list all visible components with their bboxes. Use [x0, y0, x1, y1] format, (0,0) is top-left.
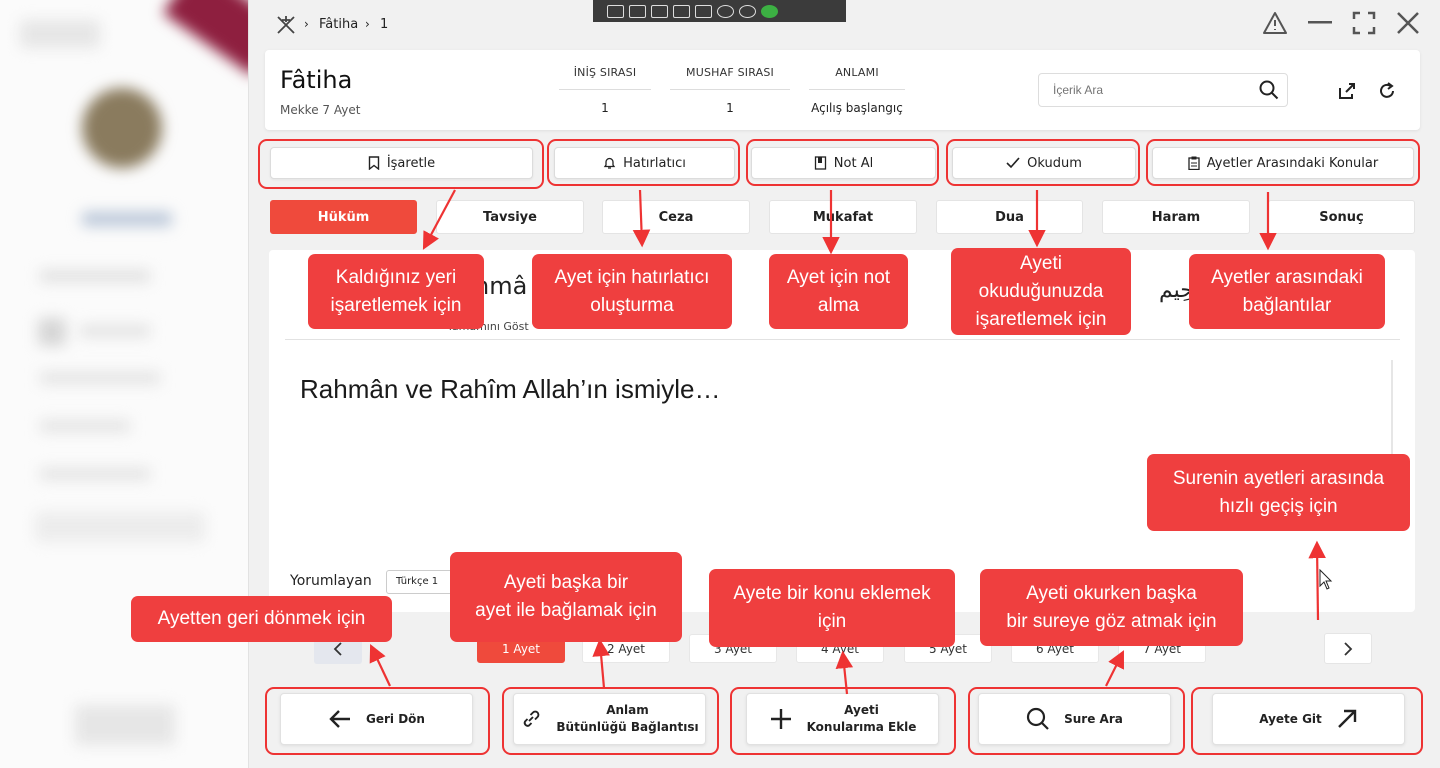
callout-line: Ayet için hatırlatıcı: [554, 266, 710, 288]
search-icon[interactable]: [1259, 80, 1279, 100]
verse-translation: Rahmân ve Rahîm Allah’ın ismiyle…: [300, 374, 721, 404]
callout-line: okuduğunuzda: [978, 280, 1104, 302]
highlight-bookmark: [258, 139, 544, 189]
sidebar-blurred-content: [0, 0, 248, 768]
surah-title: Fâtiha: [280, 66, 353, 94]
pointer-icon[interactable]: [651, 4, 668, 18]
select-icon[interactable]: [607, 4, 624, 18]
content-search: [1038, 73, 1288, 107]
overlay-toolbar: [593, 0, 846, 22]
callout-add-topic: Ayete bir konu eklemek için: [709, 569, 955, 647]
callout-back: Ayetten geri dönmek için: [131, 596, 392, 642]
chevron-right-icon: ›: [365, 17, 370, 31]
callout-line: Ayeti başka bir: [503, 572, 629, 593]
app-logo-icon[interactable]: [275, 14, 297, 36]
highlight-back: [265, 687, 490, 755]
ayah-count: 7 Ayet: [322, 103, 361, 117]
highlight-sure-search: [968, 687, 1185, 755]
callout-read: Ayeti okuduğunuzda işaretlemek için: [951, 248, 1131, 335]
category-tab-dua[interactable]: Dua: [936, 200, 1083, 234]
stat-revelation-order: İNİŞ SIRASI 1: [559, 66, 651, 115]
stat-label: MUSHAF SIRASI: [670, 66, 790, 90]
accessibility-icon[interactable]: [739, 4, 756, 18]
fullscreen-icon[interactable]: [1349, 8, 1379, 38]
chevron-left-icon: [333, 641, 342, 656]
callout-line: için: [817, 611, 847, 632]
stat-label: İNİŞ SIRASI: [559, 66, 651, 90]
callout-line: ayet ile bağlamak için: [475, 600, 657, 621]
next-verse-button[interactable]: [1324, 633, 1372, 664]
scrollbar[interactable]: [1391, 360, 1393, 460]
callout-line: Ayeti: [1020, 252, 1062, 274]
callout-link: Ayeti başka bir ayet ile bağlamak için: [450, 552, 682, 642]
callout-line: Ayetler arasındaki: [1211, 266, 1363, 288]
stat-value: Açılış başlangıç: [811, 101, 903, 115]
surah-meta: Mekke 7 Ayet: [280, 103, 360, 117]
highlight-add-topic: [730, 687, 956, 755]
category-tab-ceza[interactable]: Ceza: [602, 200, 750, 234]
callout-line: Surenin ayetleri arasında: [1172, 467, 1385, 489]
search-input[interactable]: [1053, 83, 1243, 97]
commentator-select[interactable]: Türkçe 1: [386, 570, 456, 594]
highlight-goto: [1191, 687, 1423, 755]
refresh-icon[interactable]: [1377, 81, 1397, 101]
record-icon[interactable]: [629, 4, 646, 18]
highlight-topics: [1146, 139, 1420, 186]
chevron-right-icon: [1344, 641, 1353, 656]
category-tab-hukum[interactable]: Hüküm: [270, 200, 417, 234]
stat-mushaf-order: MUSHAF SIRASI 1: [670, 66, 790, 115]
highlight-reminder: [547, 139, 740, 186]
surah-header-card: Fâtiha Mekke 7 Ayet İNİŞ SIRASI 1 MUSHAF…: [265, 50, 1420, 130]
callout-goto: Surenin ayetleri arasında hızlı geçiş içi…: [1147, 454, 1410, 531]
callout-line: işaretlemek için: [330, 294, 462, 316]
stat-value: 1: [601, 101, 609, 115]
callout-line: Ayetten geri dönmek için: [157, 608, 366, 629]
commentator-label: Yorumlayan: [290, 573, 372, 589]
callout-topics: Ayetler arasındaki bağlantılar: [1189, 254, 1385, 329]
category-tab-mukafat[interactable]: Mukafat: [769, 200, 917, 234]
callout-line: Ayete bir konu eklemek: [733, 583, 931, 604]
callout-sure-search: Ayeti okurken başka bir sureye göz atmak …: [980, 569, 1243, 646]
highlight-link: [502, 687, 719, 755]
callout-reminder: Ayet için hatırlatıcı oluşturma: [532, 254, 732, 329]
callout-line: Kaldığınız yeri: [335, 266, 457, 288]
breadcrumb-verse[interactable]: 1: [380, 17, 388, 32]
stat-meaning: ANLAMI Açılış başlangıç: [809, 66, 905, 115]
close-icon[interactable]: [1393, 8, 1423, 38]
crop-icon[interactable]: [695, 4, 712, 18]
category-tab-haram[interactable]: Haram: [1102, 200, 1250, 234]
highlight-note: [746, 139, 939, 186]
sidebar: [0, 0, 249, 768]
main-panel: › Fâtiha › 1 Fâtiha Mekke 7 Ayet İNİŞ SI…: [249, 0, 1440, 768]
callout-note: Ayet için not alma: [769, 254, 908, 329]
callout-line: Ayet için not: [786, 266, 891, 288]
stat-value: 1: [726, 101, 734, 115]
callout-line: oluşturma: [590, 294, 674, 316]
share-icon[interactable]: [1337, 81, 1357, 101]
callout-line: işaretlemek için: [975, 308, 1107, 330]
divider: [285, 339, 1400, 340]
callout-line: alma: [817, 294, 860, 316]
minimize-icon[interactable]: [1305, 8, 1335, 38]
callout-line: bağlantılar: [1242, 294, 1332, 316]
audio-icon[interactable]: [717, 4, 734, 18]
stat-label: ANLAMI: [809, 66, 905, 90]
callout-line: bir sureye göz atmak için: [1006, 610, 1217, 632]
category-tab-tavsiye[interactable]: Tavsiye: [436, 200, 584, 234]
breadcrumb-surah[interactable]: Fâtiha: [319, 17, 358, 32]
frame-icon[interactable]: [673, 4, 690, 18]
check-circle-icon[interactable]: [761, 4, 778, 18]
category-tab-sonuc[interactable]: Sonuç: [1268, 200, 1415, 234]
revelation-place: Mekke: [280, 103, 319, 117]
callout-line: hızlı geçiş için: [1219, 495, 1338, 517]
callout-line: Ayeti okurken başka: [1026, 582, 1197, 604]
warning-icon[interactable]: [1260, 8, 1290, 38]
highlight-read: [946, 139, 1140, 186]
chevron-right-icon: ›: [304, 17, 309, 31]
callout-bookmark: Kaldığınız yeri işaretlemek için: [308, 254, 484, 329]
